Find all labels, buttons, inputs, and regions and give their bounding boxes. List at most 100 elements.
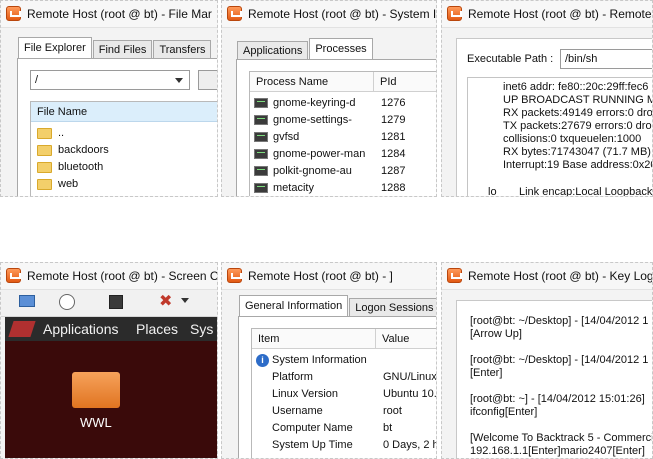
window-title: Remote Host (root @ bt) - File Mar xyxy=(27,7,212,21)
menu-places[interactable]: Places xyxy=(136,321,178,337)
window-title: Remote Host (root @ bt) - ] xyxy=(248,269,393,283)
menu-system[interactable]: Sys xyxy=(190,321,213,337)
save-icon[interactable] xyxy=(109,295,123,309)
file-manager-titlebar[interactable]: Remote Host (root @ bt) - File Mar xyxy=(1,1,217,28)
remote-shell-panel: Executable Path : /bin/sh inet6 addr: fe… xyxy=(456,38,653,197)
app-icon xyxy=(447,6,462,21)
screen-capture-titlebar[interactable]: Remote Host (root @ bt) - Screen C xyxy=(1,263,217,290)
monitor-icon[interactable] xyxy=(19,295,35,307)
folder-icon[interactable] xyxy=(72,372,120,408)
log-line: [root@bt: ~/Desktop] - [14/04/2012 1 xyxy=(470,315,649,327)
desktop-menubar: Applications Places Sys xyxy=(5,317,217,341)
tab-transfers[interactable]: Transfers xyxy=(153,40,212,58)
folder-icon xyxy=(37,161,52,173)
shell-output[interactable]: inet6 addr: fe80::20c:29ff:fec6 UP BROAD… xyxy=(467,77,653,197)
table-row[interactable]: System Up Time 0 Days, 2 h xyxy=(272,437,436,454)
key-logger-titlebar[interactable]: Remote Host (root @ bt) - Key Logg xyxy=(442,263,652,290)
clock-icon[interactable] xyxy=(59,294,75,310)
keystroke-log[interactable]: [root@bt: ~/Desktop] - [14/04/2012 1 [Ar… xyxy=(457,301,652,458)
processes-panel: Process Name PId gnome-keyring-d 1276 gno… xyxy=(236,59,436,196)
settings-tools-icon[interactable]: ✖ xyxy=(159,294,172,310)
window-title: Remote Host (root @ bt) - Screen C xyxy=(27,269,218,283)
list-item[interactable]: backdoors xyxy=(37,142,109,159)
process-icon xyxy=(254,98,268,109)
app-icon xyxy=(447,268,462,283)
table-row[interactable]: gvfsd 1281 xyxy=(254,129,434,146)
desktop-folder-label: WWL xyxy=(80,415,112,430)
log-line: [Enter] xyxy=(470,367,503,379)
column-process-name[interactable]: Process Name xyxy=(250,72,374,92)
log-line: [root@bt: ~/Desktop] - [14/04/2012 1 xyxy=(470,354,649,366)
chevron-down-icon[interactable] xyxy=(181,298,189,303)
process-icon xyxy=(254,115,268,126)
app-icon xyxy=(6,268,21,283)
table-row[interactable]: gnome-keyring-d 1276 xyxy=(254,95,434,112)
output-line: RX bytes:71743047 (71.7 MB) xyxy=(503,146,651,158)
path-dropdown[interactable]: / xyxy=(30,70,190,90)
table-row[interactable]: Platform GNU/Linux xyxy=(272,369,436,386)
column-pid[interactable]: PId xyxy=(374,72,436,92)
output-line: RX packets:49149 errors:0 drop xyxy=(503,107,653,119)
chevron-down-icon xyxy=(175,78,183,83)
list-item[interactable]: .. xyxy=(37,125,64,142)
tab-logon-sessions[interactable]: Logon Sessions xyxy=(349,298,436,316)
table-row[interactable]: polkit-gnome-au 1287 xyxy=(254,163,434,180)
tab-processes[interactable]: Processes xyxy=(309,38,373,59)
log-line: [Arrow Up] xyxy=(470,328,522,340)
toolbar: ✖ xyxy=(1,290,217,317)
column-value[interactable]: Value xyxy=(376,329,436,349)
section-row[interactable]: i System Information xyxy=(256,352,367,369)
column-item[interactable]: Item xyxy=(252,329,376,349)
table-row[interactable]: gnome-power-man 1284 xyxy=(254,146,434,163)
column-file-name[interactable]: File Name xyxy=(31,102,217,122)
log-line: 192.168.1.1[Enter]mario2407[Enter] xyxy=(470,445,645,457)
remote-shell-titlebar[interactable]: Remote Host (root @ bt) - Remote xyxy=(442,1,652,28)
system-info-titlebar[interactable]: Remote Host (root @ bt) - System I xyxy=(222,1,436,28)
table-row[interactable]: gnome-settings- 1279 xyxy=(254,112,434,129)
window-title: Remote Host (root @ bt) - Key Logg xyxy=(468,269,653,283)
process-icon xyxy=(254,149,268,160)
output-line-interface: lo xyxy=(488,186,497,197)
go-button[interactable] xyxy=(198,70,217,90)
remote-desktop-view[interactable]: Applications Places Sys WWL xyxy=(5,317,217,458)
backtrack-logo-icon xyxy=(8,321,36,337)
list-item[interactable]: bluetooth xyxy=(37,159,103,176)
output-line: Link encap:Local Loopback xyxy=(519,186,653,197)
path-value: / xyxy=(35,74,39,86)
remote-shell-window: Remote Host (root @ bt) - Remote Executa… xyxy=(441,0,653,197)
folder-icon xyxy=(37,144,52,156)
tab-file-explorer[interactable]: File Explorer xyxy=(18,37,92,58)
key-logger-window: Remote Host (root @ bt) - Key Logg [root… xyxy=(441,262,653,459)
tab-applications[interactable]: Applications xyxy=(237,41,309,59)
info-table: Item Value i System Information Platform G… xyxy=(251,328,436,458)
file-list: File Name .. backdoors bluetooth web xyxy=(30,101,217,196)
process-list: Process Name PId gnome-keyring-d 1276 gno… xyxy=(249,71,436,196)
output-line: collisions:0 txqueuelen:1000 xyxy=(503,133,642,145)
process-icon xyxy=(254,183,268,194)
key-logger-panel: [root@bt: ~/Desktop] - [14/04/2012 1 [Ar… xyxy=(456,300,652,458)
general-info-panel: Item Value i System Information Platform G… xyxy=(238,316,436,458)
app-icon xyxy=(227,268,242,283)
folder-icon xyxy=(37,178,52,190)
general-info-titlebar[interactable]: Remote Host (root @ bt) - ] xyxy=(222,263,436,290)
window-title: Remote Host (root @ bt) - Remote xyxy=(468,7,652,21)
tab-find-files[interactable]: Find Files xyxy=(92,40,153,58)
info-icon: i xyxy=(256,353,269,367)
table-row[interactable]: Username root xyxy=(272,403,436,420)
app-icon xyxy=(227,6,242,21)
table-row[interactable]: Computer Name bt xyxy=(272,420,436,437)
table-row[interactable]: metacity 1288 xyxy=(254,180,434,196)
general-info-window: Remote Host (root @ bt) - ] General Info… xyxy=(221,262,437,459)
executable-path-input[interactable]: /bin/sh xyxy=(560,49,652,69)
output-line: TX packets:27679 errors:0 drop xyxy=(503,120,653,132)
output-line: UP BROADCAST RUNNING MULT xyxy=(503,94,652,106)
tab-general-information[interactable]: General Information xyxy=(239,295,349,316)
table-row[interactable]: Linux Version Ubuntu 10. xyxy=(272,386,436,403)
folder-icon xyxy=(37,127,52,139)
log-line: [root@bt: ~] - [14/04/2012 15:01:26] xyxy=(470,393,645,405)
menu-applications[interactable]: Applications xyxy=(43,321,119,337)
list-item[interactable]: web xyxy=(37,176,78,193)
